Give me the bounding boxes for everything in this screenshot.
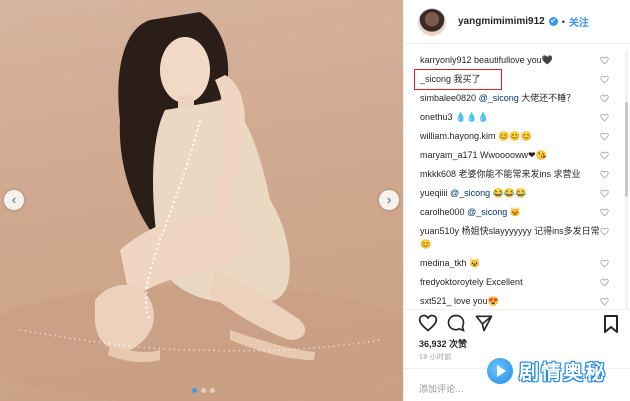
comment-username[interactable]: sxt521_	[420, 296, 452, 306]
comment-username[interactable]: yueqiiii	[420, 188, 448, 198]
post-photo: ‹ ›	[0, 0, 403, 401]
follow-button[interactable]: 关注	[569, 14, 589, 29]
comment-like-heart-icon[interactable]	[600, 227, 609, 236]
comment-row: fredyoktoroytely Excellent	[404, 276, 630, 289]
next-photo-button[interactable]: ›	[379, 190, 399, 210]
comment-row: simbalee0820 @_sicong 大佬还不睡？	[404, 92, 630, 105]
comment-text: love you😍	[454, 296, 499, 306]
comment-username[interactable]: mkkk608	[420, 169, 456, 179]
likes-count[interactable]: 36,932 次赞	[419, 337, 467, 350]
comment-username[interactable]: carolhe000	[420, 207, 465, 217]
comment-text: 🐱	[509, 207, 521, 217]
avatar[interactable]	[418, 7, 446, 36]
comment-username[interactable]: william.hayong.kim	[420, 131, 496, 141]
comment-text: 💧💧💧	[455, 112, 489, 122]
verified-badge-icon: ✔	[548, 17, 558, 26]
carousel-dot	[201, 388, 206, 393]
comment-username[interactable]: fredyoktoroytely	[420, 277, 484, 287]
chevron-right-icon: ›	[386, 192, 392, 207]
comment-like-heart-icon[interactable]	[600, 94, 609, 103]
comment-like-heart-icon[interactable]	[600, 132, 609, 141]
comment-input[interactable]	[419, 384, 539, 394]
comment-text: 😂😂😂	[492, 188, 527, 198]
comment-mention[interactable]: @_sicong	[467, 207, 507, 217]
comment-like-heart-icon[interactable]	[600, 151, 609, 160]
comment-like-heart-icon[interactable]	[600, 278, 609, 287]
comment-like-heart-icon[interactable]	[600, 208, 609, 217]
separator-dot: •	[561, 16, 565, 27]
comment-text: 大佬还不睡？	[521, 93, 576, 103]
highlight-box	[414, 69, 502, 90]
photo-illustration	[0, 12, 403, 401]
comment-like-heart-icon[interactable]	[600, 297, 609, 306]
previous-photo-button[interactable]: ‹	[4, 190, 24, 210]
comment-username[interactable]: maryam_a171	[420, 150, 478, 160]
bookmark-icon[interactable]	[603, 315, 619, 333]
comment-like-heart-icon[interactable]	[600, 170, 609, 179]
comment-row: carolhe000 @_sicong 🐱	[404, 206, 630, 219]
carousel-indicator	[192, 388, 215, 393]
play-logo-icon	[487, 357, 513, 384]
comment-like-heart-icon[interactable]	[600, 259, 609, 268]
comment-text: 🐱	[469, 258, 481, 268]
post-header: yangmimimimi912 ✔ • 关注	[404, 0, 630, 44]
carousel-dot	[192, 388, 197, 393]
comment-username[interactable]: onethu3	[420, 112, 453, 122]
post-username[interactable]: yangmimimimi912	[458, 16, 545, 27]
carousel-dot	[210, 388, 215, 393]
comment-mention[interactable]: @_sicong	[450, 188, 490, 198]
comment-row: maryam_a171 Wwooooww❤😘	[404, 149, 630, 162]
comment-text: beautifullove you🖤	[474, 55, 553, 65]
watermark: 剧情奥秘	[487, 356, 607, 385]
comment-row: yuan510y 杨姐快slayyyyyyy 记得ins多发日常😊	[404, 225, 630, 251]
post-actions	[404, 309, 630, 335]
comment-row: medina_tkh 🐱	[404, 257, 630, 270]
comment-row: yueqiiii @_sicong 😂😂😂	[404, 187, 630, 200]
scrollbar-thumb[interactable]	[625, 102, 628, 197]
comment-row: sxt521_ love you😍	[404, 295, 630, 307]
share-icon[interactable]	[474, 313, 494, 333]
like-heart-icon[interactable]	[418, 313, 438, 333]
comment-text: Wwooooww❤😘	[480, 150, 547, 160]
comment-row: karryonly912 beautifullove you🖤	[404, 54, 630, 67]
comment-username[interactable]: yuan510y	[420, 226, 459, 236]
comment-text: Excellent	[486, 277, 523, 287]
watermark-text: 剧情奥秘	[519, 362, 607, 384]
comment-username[interactable]: medina_tkh	[420, 258, 467, 268]
chevron-left-icon: ‹	[11, 192, 17, 207]
post-timestamp[interactable]: 18 小时前	[419, 352, 452, 362]
comment-like-heart-icon[interactable]	[600, 75, 609, 84]
comments-list: karryonly912 beautifullove you🖤 _sicong 我…	[404, 54, 630, 307]
comment-like-heart-icon[interactable]	[600, 56, 609, 65]
comment-row: onethu3 💧💧💧	[404, 111, 630, 124]
comment-text: 老婆你能不能常来发ins 求营业	[458, 169, 581, 179]
comment-like-heart-icon[interactable]	[600, 113, 609, 122]
comment-row: mkkk608 老婆你能不能常来发ins 求营业	[404, 168, 630, 181]
comment-icon[interactable]	[446, 313, 466, 333]
comment-row: william.hayong.kim 😊😊😊	[404, 130, 630, 143]
comment-username[interactable]: karryonly912	[420, 55, 472, 65]
comment-username[interactable]: simbalee0820	[420, 93, 476, 103]
comment-like-heart-icon[interactable]	[600, 189, 609, 198]
comment-text: 😊😊😊	[498, 131, 532, 141]
comment-mention[interactable]: @_sicong	[479, 93, 519, 103]
post-sidebar: yangmimimimi912 ✔ • 关注 karryonly912 beau…	[403, 0, 630, 401]
comments-scrollbar[interactable]	[625, 50, 628, 310]
